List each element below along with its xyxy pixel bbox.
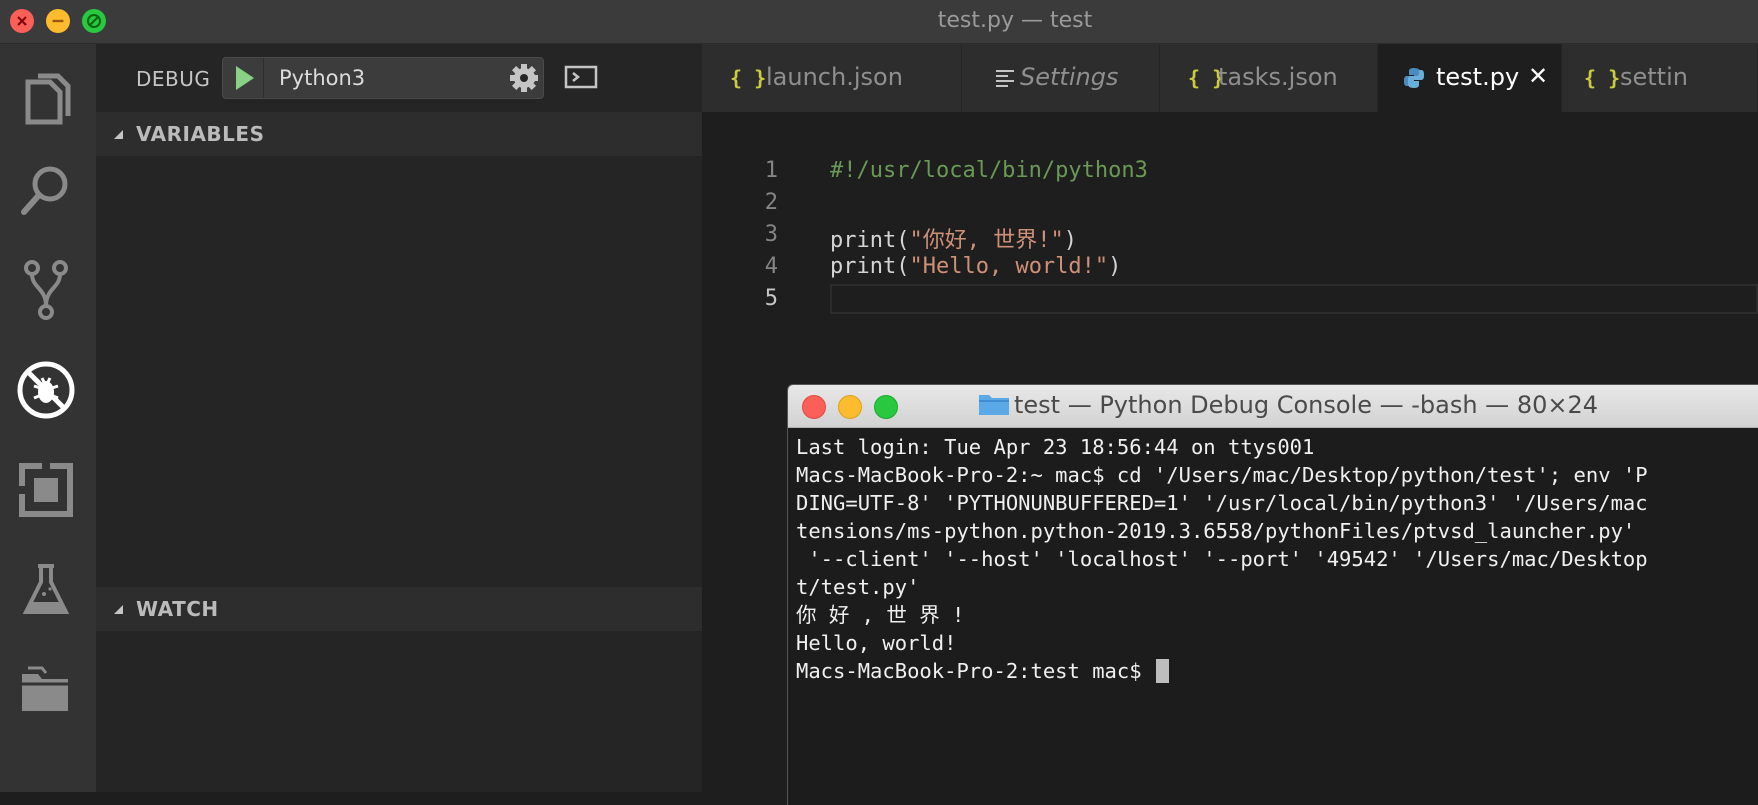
terminal-cursor bbox=[1155, 659, 1169, 683]
settings-lines-icon bbox=[996, 70, 1014, 87]
terminal-line: Last login: Tue Apr 23 18:56:44 on ttys0… bbox=[796, 435, 1315, 459]
terminal-line: tensions/ms-python.python-2019.3.6558/py… bbox=[796, 519, 1636, 543]
terminal-title-bar[interactable]: test — Python Debug Console — -bash — 80… bbox=[788, 385, 1758, 428]
debug-configuration-value: Python3 bbox=[279, 66, 366, 90]
code-line-4[interactable]: print("Hello, world!") bbox=[830, 254, 1121, 279]
line-number: 4 bbox=[764, 254, 778, 279]
debug-sidebar: DEBUG Python3 VARIABLES WATCH bbox=[96, 44, 702, 792]
terminal-line: 你 好 , 世 界 ! bbox=[796, 603, 965, 627]
line-number: 5 bbox=[764, 286, 778, 311]
activity-bar bbox=[0, 44, 96, 792]
terminal-output[interactable]: Last login: Tue Apr 23 18:56:44 on ttys0… bbox=[796, 433, 1758, 685]
tab-settings-json[interactable]: { } settin bbox=[1562, 44, 1758, 112]
terminal-line: '--client' '--host' 'localhost' '--port'… bbox=[796, 547, 1648, 571]
tab-settings[interactable]: Settings bbox=[962, 44, 1160, 112]
extensions-icon[interactable] bbox=[14, 458, 78, 522]
terminal-title-text: test — Python Debug Console — -bash — 80… bbox=[1013, 391, 1598, 419]
terminal-window[interactable]: test — Python Debug Console — -bash — 80… bbox=[787, 384, 1758, 805]
code-paren: ) bbox=[1108, 254, 1122, 279]
editor-tabs: { } launch.json Settings { } tasks.json … bbox=[702, 44, 1758, 112]
variables-section-label: VARIABLES bbox=[136, 122, 265, 146]
window-title-bar: test.py — test bbox=[0, 0, 1758, 44]
collapse-triangle-icon bbox=[114, 130, 123, 139]
current-line-highlight bbox=[830, 284, 1758, 314]
tab-label: launch.json bbox=[766, 63, 903, 91]
close-tab-icon[interactable]: ✕ bbox=[1528, 62, 1548, 90]
folders-icon[interactable] bbox=[14, 658, 78, 722]
variables-panel bbox=[96, 156, 702, 586]
tab-launch-json[interactable]: { } launch.json bbox=[702, 44, 962, 112]
tab-label: test.py bbox=[1436, 63, 1520, 91]
python-icon bbox=[1404, 68, 1424, 88]
test-flask-icon[interactable] bbox=[14, 558, 78, 622]
json-icon: { } bbox=[1584, 66, 1621, 90]
debug-title: DEBUG bbox=[136, 67, 211, 91]
code-function: print( bbox=[830, 228, 910, 253]
window-title: test.py — test bbox=[937, 8, 1093, 33]
code-paren: ) bbox=[1063, 228, 1077, 253]
code-string: "你好, 世界!" bbox=[909, 228, 1064, 253]
search-icon[interactable] bbox=[14, 158, 78, 222]
debug-icon[interactable] bbox=[14, 358, 78, 422]
variables-section-header[interactable]: VARIABLES bbox=[96, 112, 702, 156]
line-number: 2 bbox=[764, 190, 778, 215]
collapse-triangle-icon bbox=[114, 605, 123, 614]
code-line-1[interactable]: #!/usr/local/bin/python3 bbox=[830, 158, 1148, 183]
line-number: 3 bbox=[764, 222, 778, 247]
terminal-title: test — Python Debug Console — -bash — 80… bbox=[788, 391, 1758, 419]
debug-configuration-select[interactable]: Python3 bbox=[222, 57, 544, 99]
play-icon bbox=[236, 66, 254, 90]
explorer-icon[interactable] bbox=[14, 68, 78, 132]
terminal-line: t/test.py' bbox=[796, 575, 920, 599]
tab-label: settin bbox=[1620, 63, 1688, 91]
tab-tasks-json[interactable]: { } tasks.json bbox=[1160, 44, 1378, 112]
watch-section-label: WATCH bbox=[136, 597, 219, 621]
tab-label: Settings bbox=[1020, 63, 1119, 91]
line-number: 1 bbox=[764, 158, 778, 183]
terminal-line: Hello, world! bbox=[796, 631, 957, 655]
source-control-icon[interactable] bbox=[14, 258, 78, 322]
debug-console-icon[interactable] bbox=[564, 62, 598, 96]
start-debugging-button[interactable] bbox=[223, 58, 264, 98]
tab-label: tasks.json bbox=[1218, 63, 1338, 91]
code-line-3[interactable]: print("你好, 世界!") bbox=[830, 222, 1077, 254]
code-function: print( bbox=[830, 254, 910, 279]
folder-icon bbox=[978, 395, 1009, 415]
tab-test-py[interactable]: test.py ✕ bbox=[1378, 44, 1562, 112]
gear-icon[interactable] bbox=[504, 58, 544, 102]
watch-panel bbox=[96, 631, 702, 792]
json-icon: { } bbox=[730, 66, 767, 90]
debug-toolbar: DEBUG Python3 bbox=[96, 44, 702, 112]
terminal-line: Macs-MacBook-Pro-2:~ mac$ cd '/Users/mac… bbox=[796, 463, 1648, 487]
terminal-line: DING=UTF-8' 'PYTHONUNBUFFERED=1' '/usr/l… bbox=[796, 491, 1648, 515]
code-string: "Hello, world!" bbox=[909, 254, 1109, 279]
terminal-prompt-line: Macs-MacBook-Pro-2:test mac$ bbox=[796, 657, 1758, 685]
terminal-prompt: Macs-MacBook-Pro-2:test mac$ bbox=[796, 659, 1154, 683]
watch-section-header[interactable]: WATCH bbox=[96, 587, 702, 631]
